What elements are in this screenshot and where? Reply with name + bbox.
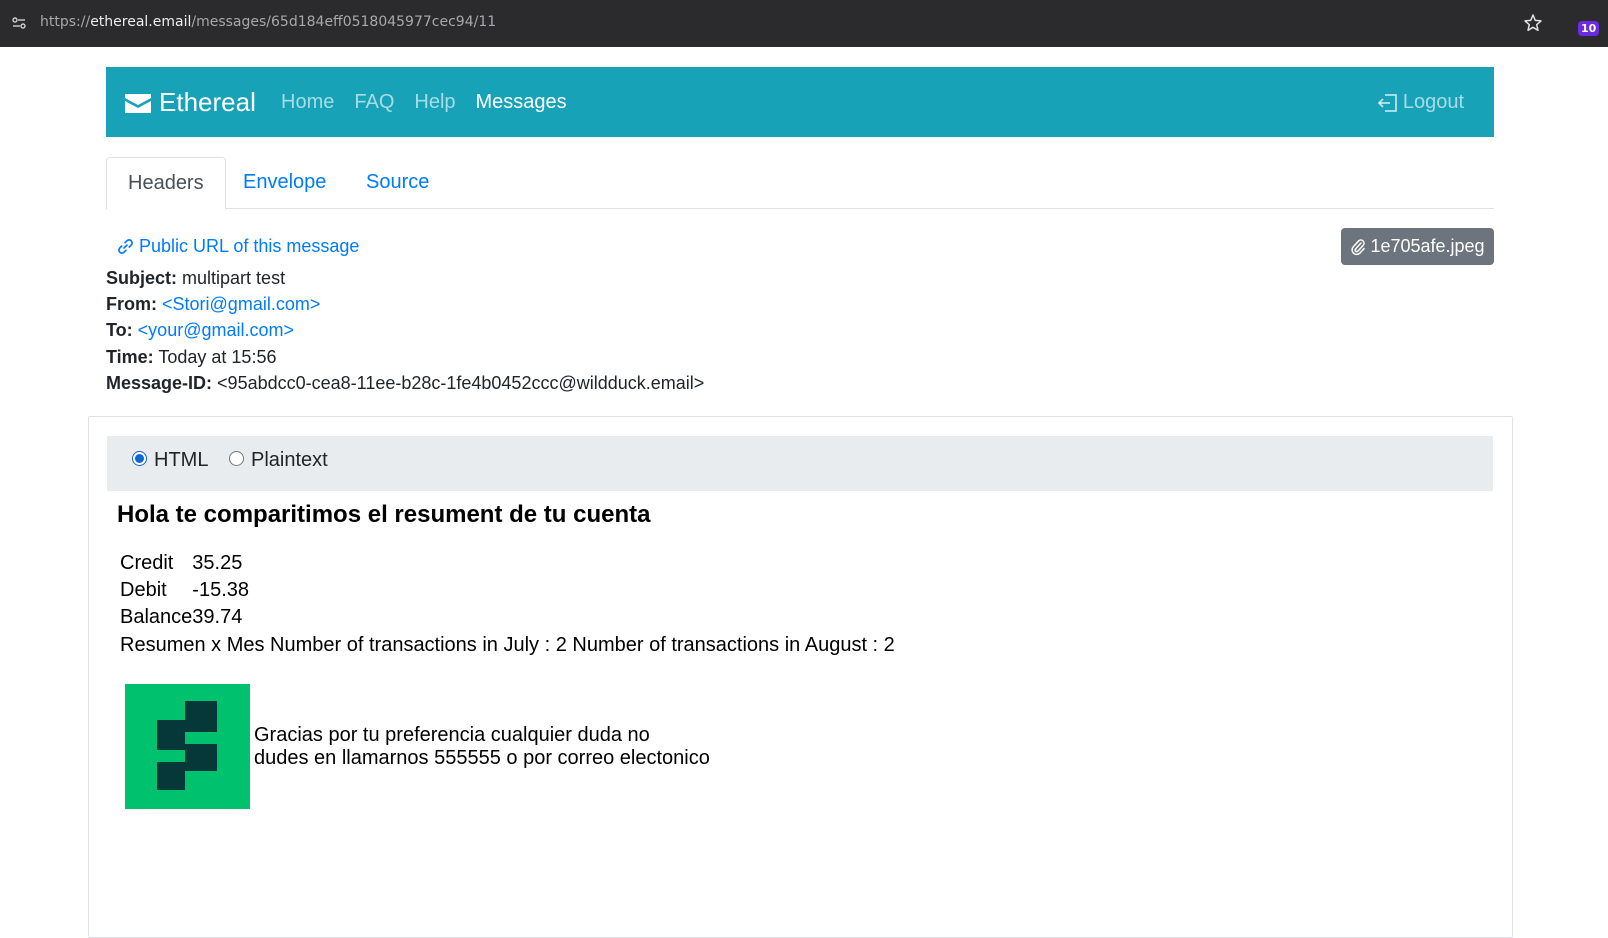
time-label: Time: [106,347,154,367]
thanks-line-2: dudes en llamarnos 555555 o por correo e… [254,747,710,769]
attachment-button[interactable]: 1e705afe.jpeg [1341,228,1494,265]
from-value[interactable]: <Stori@gmail.com> [162,294,320,314]
plaintext-radio-label: Plaintext [251,449,328,471]
view-toggle-bar: HTML Plaintext [107,436,1493,491]
thanks-line-1: Gracias por tu preferencia cualquier dud… [254,724,650,746]
time-row: Time: Today at 15:56 [106,347,276,368]
brand[interactable]: Ethereal [125,87,256,118]
to-label: To: [106,320,133,340]
table-row: Balance 39.74 [120,604,249,631]
extension-badge: 10 [1578,21,1600,36]
plaintext-radio[interactable] [229,451,244,466]
balance-label: Balance [120,606,193,628]
subject-label: Subject: [106,268,178,288]
plaintext-view-option[interactable]: Plaintext [229,449,328,472]
navbar: Ethereal Home FAQ Help Messages Logout [106,67,1494,137]
nav-messages[interactable]: Messages [476,91,567,114]
brand-label: Ethereal [159,87,256,117]
public-url-link[interactable]: Public URL of this message [116,236,359,257]
tab-source[interactable]: Source [345,157,450,207]
message-id-value: <95abdcc0-cea8-11ee-b28c-1fe4b0452ccc@wi… [217,373,705,393]
link-icon [118,239,133,254]
to-row: To: <your@gmail.com> [106,320,294,341]
site-info-icon[interactable] [11,15,27,31]
from-row: From: <Stori@gmail.com> [106,294,320,315]
nav-faq[interactable]: FAQ [354,91,394,114]
time-value: Today at 15:56 [158,347,277,367]
message-id-label: Message-ID: [106,373,213,393]
html-radio-label: HTML [154,449,209,471]
html-view-option[interactable]: HTML [132,449,208,472]
from-label: From: [106,294,157,314]
monthly-summary: Resumen x Mes Number of transactions in … [120,634,895,656]
logout-link[interactable]: Logout [1377,91,1464,114]
html-radio[interactable] [132,451,147,466]
logout-label: Logout [1402,91,1464,113]
balance-value: 39.74 [192,606,243,628]
logout-icon [1377,93,1397,112]
message-tabs: Headers Envelope Source [106,157,1494,210]
bookmark-star-icon[interactable] [1523,13,1543,33]
url-field[interactable]: https://ethereal.email/messages/65d184ef… [40,14,496,30]
table-row: Debit -15.38 [120,577,249,604]
tab-envelope[interactable]: Envelope [222,157,347,207]
nav-help[interactable]: Help [414,91,455,114]
message-id-row: Message-ID: <95abdcc0-cea8-11ee-b28c-1fe… [106,373,704,394]
credit-value: 35.25 [192,552,243,574]
message-content-card [88,416,1513,938]
browser-address-bar: https://ethereal.email/messages/65d184ef… [0,0,1608,47]
debit-label: Debit [120,579,167,601]
paperclip-icon [1351,238,1366,255]
subject-value: multipart test [182,268,286,288]
table-row: Credit 35.25 [120,550,249,577]
thanks-message: Gracias por tu preferencia cualquier dud… [254,724,710,770]
credit-label: Credit [120,552,174,574]
account-summary-table: Credit 35.25 Debit -15.38 Balance 39.74 [120,550,249,631]
extension-icon[interactable]: 10 [1576,17,1602,43]
envelope-icon [125,93,151,113]
nav-home[interactable]: Home [281,91,334,114]
tab-headers[interactable]: Headers [106,157,226,210]
attachment-filename: 1e705afe.jpeg [1370,236,1485,256]
stori-logo-icon [125,684,250,809]
to-value[interactable]: <your@gmail.com> [138,320,294,340]
public-url-label: Public URL of this message [139,236,360,256]
subject-row: Subject: multipart test [106,268,285,289]
debit-value: -15.38 [192,579,249,601]
email-heading: Hola te comparitimos el resument de tu c… [117,501,651,528]
